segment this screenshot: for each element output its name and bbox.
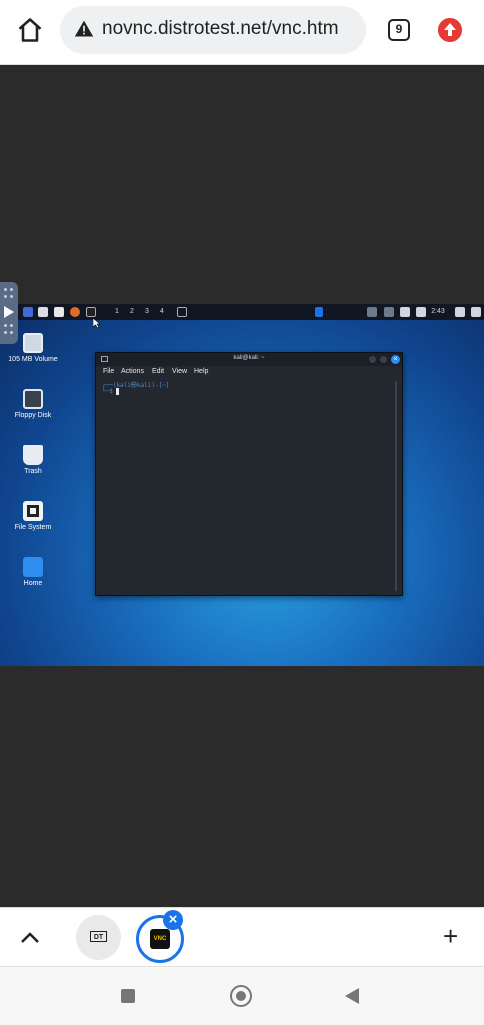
terminal-menubar: File Actions Edit View Help xyxy=(96,367,402,379)
url-text[interactable]: novnc.distrotest.net/vnc.htm xyxy=(102,18,362,40)
drive-icon xyxy=(23,333,43,353)
terminal-title: kali@kali: ~ xyxy=(233,355,265,361)
vnc-favicon: VNC xyxy=(150,929,170,949)
terminal-launcher-icon[interactable] xyxy=(86,307,96,317)
close-tab-icon[interactable]: × xyxy=(163,910,183,930)
tab-strip: DT VNC × + xyxy=(0,907,484,966)
taskbar-terminal-icon[interactable] xyxy=(177,307,187,317)
network-icon[interactable] xyxy=(367,307,377,317)
kali-top-panel: 1 2 3 4 2:43 xyxy=(0,304,484,320)
terminal-scrollbar[interactable] xyxy=(395,381,397,591)
menu-help[interactable]: Help xyxy=(194,368,208,375)
menu-edit[interactable]: Edit xyxy=(152,368,164,375)
text-editor-icon[interactable] xyxy=(54,307,64,317)
desktop-home[interactable]: Home xyxy=(7,557,59,587)
close-window-icon[interactable]: × xyxy=(391,355,400,364)
home-folder-icon xyxy=(23,557,43,577)
home-nav-dot xyxy=(236,991,246,1001)
terminal-prompt-symbol: └─$ xyxy=(102,388,113,395)
address-bar[interactable]: novnc.distrotest.net/vnc.htm xyxy=(60,6,366,54)
desktop-trash[interactable]: Trash xyxy=(7,445,59,475)
filesystem-icon xyxy=(23,501,43,521)
distrotest-favicon: DT xyxy=(90,931,107,942)
panel-clock: 2:43 xyxy=(431,308,445,315)
android-nav-bar xyxy=(0,966,484,1025)
desktop-trash-label: Trash xyxy=(24,468,42,475)
battery-icon xyxy=(416,307,426,317)
upload-icon[interactable] xyxy=(438,18,462,42)
trash-icon xyxy=(23,445,43,465)
workspace-4[interactable]: 4 xyxy=(155,306,169,318)
menu-actions[interactable]: Actions xyxy=(121,368,144,375)
new-tab-button[interactable]: + xyxy=(443,923,458,949)
desktop-home-label: Home xyxy=(23,580,43,587)
file-manager-icon[interactable] xyxy=(38,307,48,317)
volume-icon[interactable] xyxy=(384,307,394,317)
home-nav-button[interactable] xyxy=(230,985,252,1007)
logout-icon[interactable] xyxy=(471,307,481,317)
desktop-filesystem-label: File System xyxy=(14,524,52,531)
browser-toolbar: novnc.distrotest.net/vnc.htm 9 xyxy=(0,0,484,65)
chevron-up-icon[interactable] xyxy=(18,928,42,946)
minimize-button[interactable] xyxy=(369,356,376,363)
mouse-pointer-icon xyxy=(93,318,101,328)
maximize-button[interactable] xyxy=(380,356,387,363)
tab-switcher-button[interactable]: 9 xyxy=(388,19,410,41)
recents-button[interactable] xyxy=(121,989,135,1003)
play-arrow-icon[interactable] xyxy=(4,306,14,318)
desktop-filesystem[interactable]: File System xyxy=(7,501,59,531)
kali-menu-icon[interactable] xyxy=(23,307,33,317)
notification-icon[interactable] xyxy=(400,307,410,317)
terminal-titlebar[interactable]: kali@kali: ~ × xyxy=(96,353,402,366)
workspace-2[interactable]: 2 xyxy=(125,306,139,318)
home-icon[interactable] xyxy=(16,16,44,44)
terminal-window[interactable]: kali@kali: ~ × File Actions Edit View He… xyxy=(95,352,403,596)
desktop-floppy[interactable]: Floppy Disk xyxy=(7,389,59,419)
terminal-cursor xyxy=(116,388,119,395)
back-button[interactable] xyxy=(345,988,359,1004)
tab-distrotest[interactable]: DT xyxy=(76,915,121,960)
desktop-volume[interactable]: 105 MB Volume xyxy=(7,333,59,363)
desktop-floppy-label: Floppy Disk xyxy=(14,412,52,419)
not-secure-warning-icon[interactable] xyxy=(74,19,94,39)
desktop-volume-label: 105 MB Volume xyxy=(8,356,58,363)
lock-icon[interactable] xyxy=(455,307,465,317)
workspace-1[interactable]: 1 xyxy=(110,306,124,318)
menu-file[interactable]: File xyxy=(103,368,114,375)
menu-view[interactable]: View xyxy=(172,368,187,375)
floppy-icon xyxy=(23,389,43,409)
cpu-graph-icon xyxy=(315,307,323,317)
workspace-3[interactable]: 3 xyxy=(140,306,154,318)
firefox-icon[interactable] xyxy=(70,307,80,317)
